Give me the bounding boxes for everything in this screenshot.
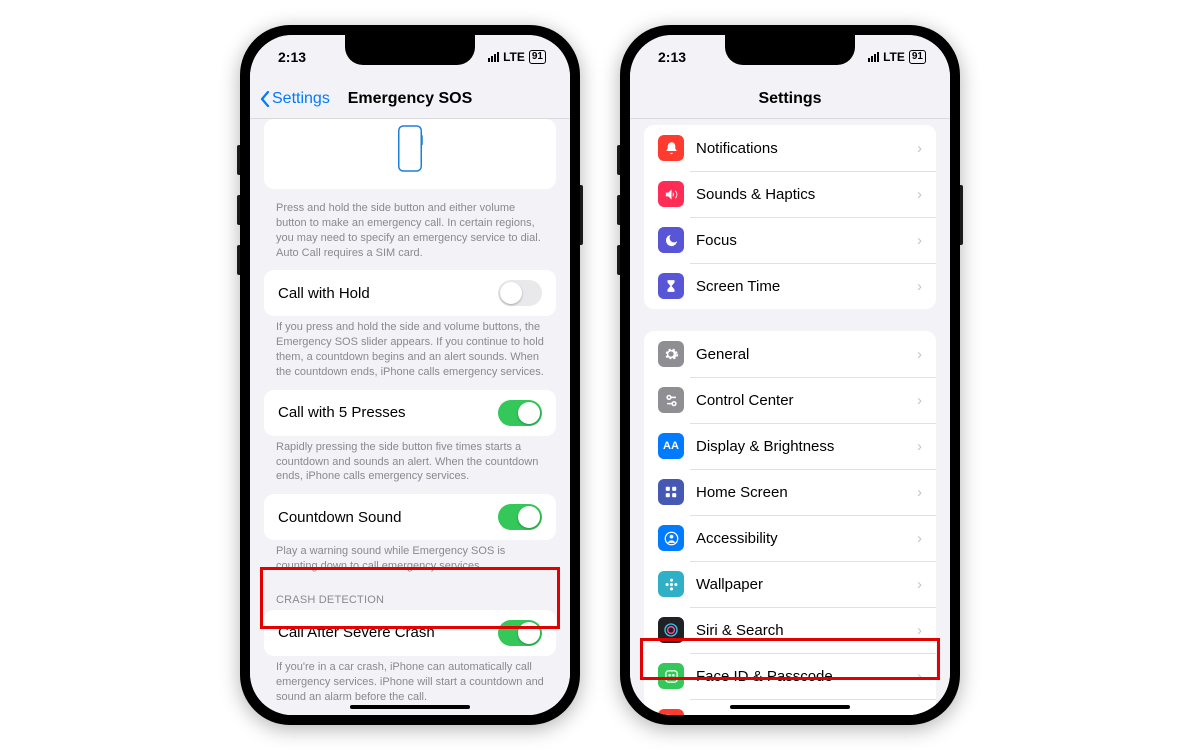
carrier-label: LTE <box>503 50 525 64</box>
nav-bar: Settings Emergency SOS <box>250 79 570 119</box>
settings-row-general[interactable]: General› <box>644 331 936 377</box>
row-label: Face ID & Passcode <box>696 668 917 685</box>
chevron-left-icon <box>260 91 270 107</box>
grid-icon <box>658 479 684 505</box>
countdown-sound-note: Play a warning sound while Emergency SOS… <box>250 540 570 584</box>
content-left[interactable]: Press and hold the side button and eithe… <box>250 119 570 715</box>
back-label: Settings <box>272 90 330 108</box>
row-label: Sounds & Haptics <box>696 186 917 203</box>
row-label: Siri & Search <box>696 622 917 639</box>
call-after-severe-crash-label: Call After Severe Crash <box>278 624 498 641</box>
call-with-5-presses-label: Call with 5 Presses <box>278 404 498 421</box>
status-time: 2:13 <box>278 49 306 65</box>
page-title: Emergency SOS <box>348 90 473 108</box>
chevron-right-icon: › <box>917 346 922 363</box>
page-title: Settings <box>758 90 821 108</box>
phone-frame-right: 2:13 LTE 91 Settings Notifications›Sound… <box>620 25 960 725</box>
countdown-sound-label: Countdown Sound <box>278 509 498 526</box>
flower-icon <box>658 571 684 597</box>
screen-right: 2:13 LTE 91 Settings Notifications›Sound… <box>630 35 950 715</box>
row-label: Emergency SOS <box>696 714 917 716</box>
row-label: Screen Time <box>696 278 917 295</box>
chevron-right-icon: › <box>917 668 922 685</box>
settings-row-sounds-haptics[interactable]: Sounds & Haptics› <box>644 171 936 217</box>
cellular-signal-icon <box>488 52 499 62</box>
screen-left: 2:13 LTE 91 Settings Emergency SOS Press… <box>250 35 570 715</box>
face-icon <box>658 663 684 689</box>
carrier-label: LTE <box>883 50 905 64</box>
home-indicator[interactable] <box>730 705 850 709</box>
cellular-signal-icon <box>868 52 879 62</box>
phone-frame-left: 2:13 LTE 91 Settings Emergency SOS Press… <box>240 25 580 725</box>
back-button[interactable]: Settings <box>260 90 330 108</box>
chevron-right-icon: › <box>917 714 922 716</box>
settings-row-control-center[interactable]: Control Center› <box>644 377 936 423</box>
call-with-hold-label: Call with Hold <box>278 285 498 302</box>
notch <box>725 35 855 65</box>
AA-icon: AA <box>658 433 684 459</box>
call-after-severe-crash-row[interactable]: Call After Severe Crash <box>264 610 556 656</box>
call-after-severe-crash-toggle[interactable] <box>498 620 542 646</box>
status-time: 2:13 <box>658 49 686 65</box>
gear-icon <box>658 341 684 367</box>
chevron-right-icon: › <box>917 232 922 249</box>
chevron-right-icon: › <box>917 438 922 455</box>
settings-row-focus[interactable]: Focus› <box>644 217 936 263</box>
speaker-icon <box>658 181 684 207</box>
home-indicator[interactable] <box>350 705 470 709</box>
chevron-right-icon: › <box>917 530 922 547</box>
row-label: Focus <box>696 232 917 249</box>
content-right[interactable]: Notifications›Sounds & Haptics›Focus›Scr… <box>630 119 950 715</box>
settings-row-face-id-passcode[interactable]: Face ID & Passcode› <box>644 653 936 699</box>
call-with-5-presses-toggle[interactable] <box>498 400 542 426</box>
call-with-5-presses-note: Rapidly pressing the side button five ti… <box>250 436 570 495</box>
call-with-hold-toggle[interactable] <box>498 280 542 306</box>
row-label: Wallpaper <box>696 576 917 593</box>
call-with-5-presses-row[interactable]: Call with 5 Presses <box>264 390 556 436</box>
SOS-icon: SOS <box>658 709 684 715</box>
row-label: Control Center <box>696 392 917 409</box>
chevron-right-icon: › <box>917 278 922 295</box>
chevron-right-icon: › <box>917 484 922 501</box>
settings-row-siri-search[interactable]: Siri & Search› <box>644 607 936 653</box>
countdown-sound-row[interactable]: Countdown Sound <box>264 494 556 540</box>
call-with-hold-row[interactable]: Call with Hold <box>264 270 556 316</box>
notch <box>345 35 475 65</box>
person-icon <box>658 525 684 551</box>
row-label: Display & Brightness <box>696 438 917 455</box>
settings-row-wallpaper[interactable]: Wallpaper› <box>644 561 936 607</box>
countdown-sound-toggle[interactable] <box>498 504 542 530</box>
switches-icon <box>658 387 684 413</box>
chevron-right-icon: › <box>917 140 922 157</box>
row-label: Home Screen <box>696 484 917 501</box>
crash-note-2: iPhone cannot detect all crashes. <box>250 715 570 716</box>
chevron-right-icon: › <box>917 576 922 593</box>
row-label: Accessibility <box>696 530 917 547</box>
chevron-right-icon: › <box>917 186 922 203</box>
settings-row-display-brightness[interactable]: AA Display & Brightness› <box>644 423 936 469</box>
siri-icon <box>658 617 684 643</box>
settings-row-screen-time[interactable]: Screen Time› <box>644 263 936 309</box>
settings-group-b: General›Control Center›AADisplay & Brigh… <box>644 331 936 715</box>
battery-indicator: 91 <box>529 50 546 64</box>
call-with-hold-note: If you press and hold the side and volum… <box>250 316 570 389</box>
battery-indicator: 91 <box>909 50 926 64</box>
moon-icon <box>658 227 684 253</box>
sos-illustration <box>264 119 556 189</box>
row-label: General <box>696 346 917 363</box>
crash-detection-header: CRASH DETECTION <box>250 584 570 610</box>
settings-row-home-screen[interactable]: Home Screen› <box>644 469 936 515</box>
hourglass-icon <box>658 273 684 299</box>
intro-footnote: Press and hold the side button and eithe… <box>250 197 570 270</box>
bell-icon <box>658 135 684 161</box>
row-label: Notifications <box>696 140 917 157</box>
settings-row-notifications[interactable]: Notifications› <box>644 125 936 171</box>
settings-group-a: Notifications›Sounds & Haptics›Focus›Scr… <box>644 125 936 309</box>
nav-bar: Settings <box>630 79 950 119</box>
settings-row-accessibility[interactable]: Accessibility› <box>644 515 936 561</box>
chevron-right-icon: › <box>917 622 922 639</box>
chevron-right-icon: › <box>917 392 922 409</box>
